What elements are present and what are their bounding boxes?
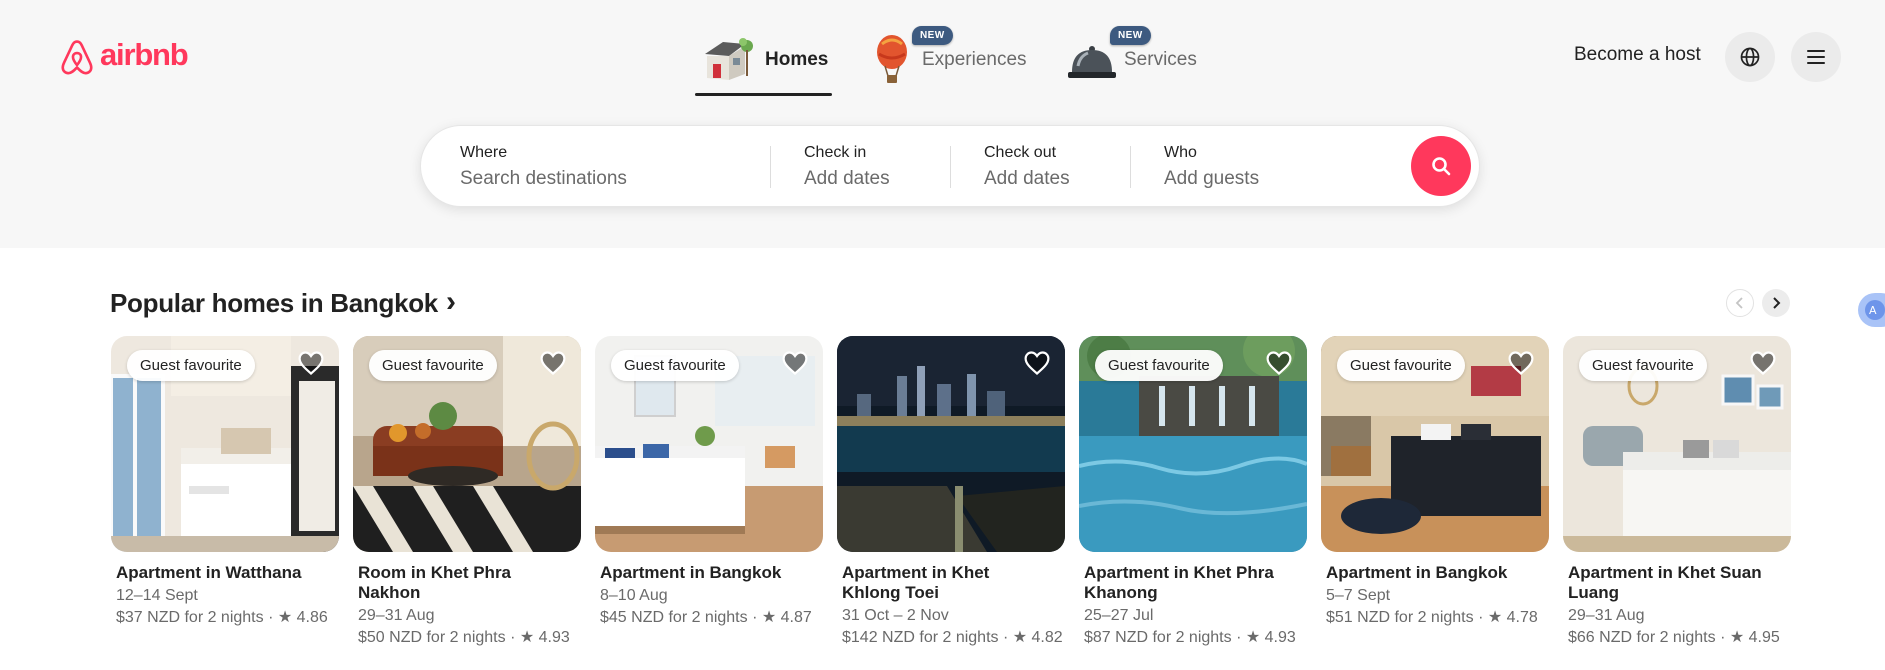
- where-label: Where: [460, 144, 508, 161]
- tab-services-label: Services: [1124, 49, 1197, 70]
- listing-dates: 5–7 Sept: [1326, 587, 1391, 604]
- carousel-next-button[interactable]: [1762, 289, 1790, 317]
- check-out-value: Add dates: [984, 168, 1070, 189]
- check-in-field[interactable]: Check in Add dates: [804, 126, 890, 206]
- main-menu-button[interactable]: [1791, 32, 1841, 82]
- guest-favourite-badge: Guest favourite: [1337, 350, 1465, 381]
- listing-card[interactable]: Guest favourite Apartment in Khet Suan L…: [1563, 336, 1791, 648]
- guest-favourite-badge: Guest favourite: [1579, 350, 1707, 381]
- guest-favourite-badge: Guest favourite: [1095, 350, 1223, 381]
- heart-icon[interactable]: [1507, 349, 1535, 377]
- divider: [770, 146, 771, 188]
- listing-photo: Guest favourite: [595, 336, 823, 552]
- heart-icon[interactable]: [1265, 349, 1293, 377]
- translate-icon: A: [1865, 300, 1885, 320]
- translate-widget[interactable]: A: [1858, 293, 1885, 327]
- listing-dates: 29–31 Aug: [1568, 607, 1645, 624]
- listing-photo: Guest favourite: [1079, 336, 1307, 552]
- section-title-link[interactable]: Popular homes in Bangkok ›: [110, 284, 456, 319]
- tab-experiences-label: Experiences: [922, 49, 1027, 70]
- guest-favourite-badge: Guest favourite: [127, 350, 255, 381]
- listing-photo: Guest favourite: [353, 336, 581, 552]
- tab-services[interactable]: NEW Services: [1066, 26, 1197, 94]
- check-in-value: Add dates: [804, 168, 890, 189]
- hot-air-balloon-icon: NEW: [872, 26, 953, 88]
- listing-title: Apartment in Khet Suan Luang: [1568, 563, 1762, 602]
- tab-homes-label: Homes: [765, 49, 829, 70]
- tab-experiences[interactable]: NEW Experiences: [872, 26, 1027, 94]
- search-bar: Where Search destinations Check in Add d…: [420, 125, 1480, 207]
- header: airbnb Homes NEW Experiences NEW Service…: [0, 0, 1885, 248]
- heart-icon[interactable]: [1749, 349, 1777, 377]
- carousel-prev-button[interactable]: [1726, 289, 1754, 317]
- listing-price-rating: $87 NZD for 2 nights · ★ 4.93: [1084, 629, 1296, 646]
- chevron-left-icon: [1735, 297, 1743, 309]
- listing-photo: Guest favourite: [111, 336, 339, 552]
- section-title: Popular homes in Bangkok: [110, 288, 438, 318]
- new-badge: NEW: [1110, 26, 1151, 45]
- search-button[interactable]: [1411, 136, 1471, 196]
- where-input[interactable]: Search destinations: [460, 168, 760, 190]
- heart-icon[interactable]: [539, 349, 567, 377]
- heart-icon[interactable]: [1023, 349, 1051, 377]
- check-out-field[interactable]: Check out Add dates: [984, 126, 1070, 206]
- language-button[interactable]: [1725, 32, 1775, 82]
- listing-photo: [837, 336, 1065, 552]
- listing-photo: Guest favourite: [1321, 336, 1549, 552]
- listing-price-rating: $51 NZD for 2 nights · ★ 4.78: [1326, 609, 1538, 626]
- listing-dates: 12–14 Sept: [116, 587, 198, 604]
- who-field[interactable]: Who Add guests: [1164, 126, 1259, 206]
- house-icon: [699, 32, 755, 88]
- listing-price-rating: $142 NZD for 2 nights · ★ 4.82: [842, 629, 1063, 646]
- listing-title: Apartment in Watthana: [116, 563, 302, 582]
- guest-favourite-badge: Guest favourite: [611, 350, 739, 381]
- listing-card[interactable]: Apartment in Khet Khlong Toei 31 Oct – 2…: [837, 336, 1065, 648]
- listing-dates: 25–27 Jul: [1084, 607, 1154, 624]
- listing-dates: 29–31 Aug: [358, 607, 435, 624]
- guest-favourite-badge: Guest favourite: [369, 350, 497, 381]
- listing-title: Room in Khet Phra Nakhon: [358, 563, 512, 602]
- new-badge: NEW: [912, 26, 953, 45]
- listing-title: Apartment in Khet Phra Khanong: [1084, 563, 1274, 602]
- listing-card[interactable]: Guest favourite Apartment in Watthana 12…: [111, 336, 339, 628]
- listing-title: Apartment in Bangkok: [600, 563, 782, 582]
- listing-dates: 31 Oct – 2 Nov: [842, 607, 949, 624]
- chevron-right-icon: [1773, 297, 1781, 309]
- divider: [950, 146, 951, 188]
- listing-title: Apartment in Bangkok: [1326, 563, 1508, 582]
- listing-card[interactable]: Guest favourite Apartment in Khet Phra K…: [1079, 336, 1307, 648]
- globe-icon: [1740, 47, 1760, 67]
- who-label: Who: [1164, 144, 1197, 161]
- heart-icon[interactable]: [781, 349, 809, 377]
- hamburger-menu-icon: [1807, 50, 1825, 64]
- listing-title: Apartment in Khet Khlong Toei: [842, 563, 990, 602]
- check-out-label: Check out: [984, 144, 1057, 161]
- check-in-label: Check in: [804, 144, 867, 161]
- svg-text:A: A: [1869, 304, 1877, 317]
- tab-homes[interactable]: Homes: [694, 26, 833, 96]
- service-bell-icon: NEW: [1066, 26, 1151, 88]
- listing-photo: Guest favourite: [1563, 336, 1791, 552]
- listing-card[interactable]: Guest favourite Apartment in Bangkok 8–1…: [595, 336, 823, 628]
- heart-icon[interactable]: [297, 349, 325, 377]
- where-field[interactable]: Where Search destinations: [460, 126, 760, 206]
- search-icon: [1432, 157, 1451, 176]
- divider: [1130, 146, 1131, 188]
- listing-price-rating: $50 NZD for 2 nights · ★ 4.93: [358, 629, 570, 646]
- listing-card[interactable]: Guest favourite Room in Khet Phra Nakhon…: [353, 336, 581, 648]
- become-a-host-link[interactable]: Become a host: [1574, 44, 1701, 66]
- listing-price-rating: $37 NZD for 2 nights · ★ 4.86: [116, 609, 328, 626]
- listing-price-rating: $45 NZD for 2 nights · ★ 4.87: [600, 609, 812, 626]
- listing-dates: 8–10 Aug: [600, 587, 668, 604]
- chevron-right-icon: ›: [445, 284, 456, 318]
- listing-price-rating: $66 NZD for 2 nights · ★ 4.95: [1568, 629, 1780, 646]
- who-value: Add guests: [1164, 168, 1260, 189]
- listing-card[interactable]: Guest favourite Apartment in Bangkok 5–7…: [1321, 336, 1549, 628]
